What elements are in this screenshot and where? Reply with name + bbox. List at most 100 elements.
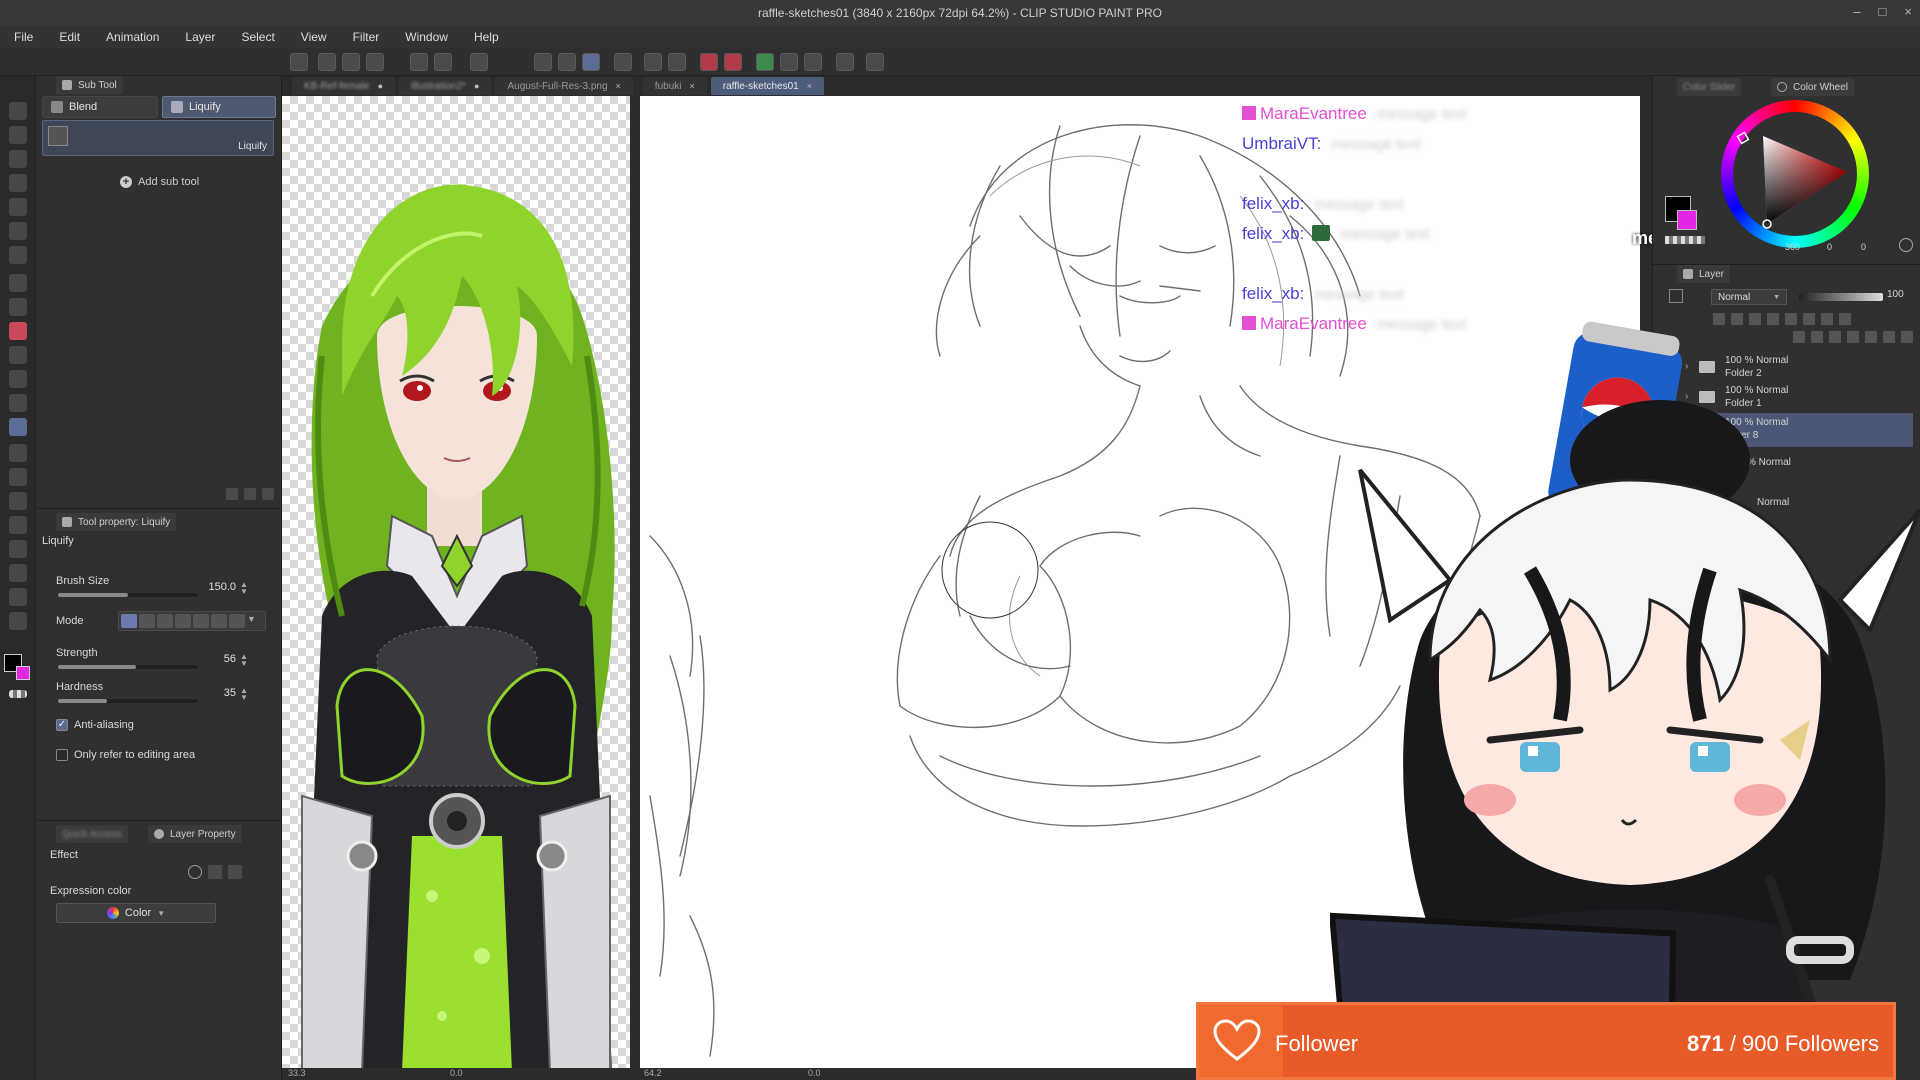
strength-spinner[interactable]: ▲ ▼ bbox=[240, 653, 248, 668]
droplet-icon[interactable] bbox=[836, 53, 854, 71]
tone-effect-icon[interactable] bbox=[208, 865, 222, 879]
hardness-value[interactable]: 35 bbox=[196, 687, 236, 699]
eyedropper-tool-icon[interactable] bbox=[9, 246, 27, 264]
mode-pinch-icon[interactable] bbox=[157, 614, 173, 628]
quick-access-tab[interactable]: Quick Access bbox=[56, 825, 129, 843]
ruler-tool-icon[interactable] bbox=[9, 540, 27, 558]
mode-push-right-icon[interactable] bbox=[193, 614, 209, 628]
snap-icon[interactable] bbox=[582, 53, 600, 71]
clear-icon[interactable] bbox=[534, 53, 552, 71]
brush-tool-icon[interactable] bbox=[9, 322, 27, 340]
menu-animation[interactable]: Animation bbox=[106, 30, 159, 44]
ruler-icon[interactable] bbox=[614, 53, 632, 71]
color-slider-tab[interactable]: Color Slider bbox=[1677, 78, 1742, 96]
menu-view[interactable]: View bbox=[301, 30, 327, 44]
hue-ring[interactable] bbox=[1721, 100, 1869, 248]
close-icon[interactable]: ● bbox=[378, 81, 383, 91]
opacity-slider[interactable] bbox=[1799, 293, 1883, 301]
airbrush-tool-icon[interactable] bbox=[9, 346, 27, 364]
layer-row[interactable]: % Normal bbox=[1683, 575, 1913, 609]
add-sub-tool-button[interactable]: + Add sub tool bbox=[120, 176, 199, 188]
new-raster-layer-icon[interactable] bbox=[1793, 331, 1805, 343]
palette-icon[interactable] bbox=[1839, 313, 1851, 325]
magic-wand-tool-icon[interactable] bbox=[9, 222, 27, 240]
chevron-down-icon[interactable]: ▼ bbox=[247, 614, 261, 628]
copy-sub-tool-icon[interactable] bbox=[226, 488, 238, 500]
tool-property-tab[interactable]: Tool property: Liquify bbox=[56, 513, 177, 531]
new-sub-tool-icon[interactable] bbox=[244, 488, 256, 500]
tab-august-full-res[interactable]: August-Full-Res-3.png × bbox=[495, 77, 633, 95]
sub-color-swatch[interactable] bbox=[16, 666, 30, 680]
hardness-spinner[interactable]: ▲ ▼ bbox=[240, 687, 248, 702]
frame-tool-icon[interactable] bbox=[9, 516, 27, 534]
trash-icon[interactable] bbox=[262, 488, 274, 500]
layer-tab[interactable]: Layer bbox=[1677, 265, 1731, 283]
layer-row[interactable]: Normal bbox=[1683, 493, 1913, 527]
drawing-canvas[interactable] bbox=[640, 96, 1640, 1068]
draft-layer-icon[interactable] bbox=[1749, 313, 1761, 325]
close-icon[interactable]: × bbox=[689, 81, 694, 91]
move-tool-icon[interactable] bbox=[9, 174, 27, 192]
undo-icon[interactable] bbox=[410, 53, 428, 71]
mode-twist-left-icon[interactable] bbox=[211, 614, 227, 628]
lasso-tool-icon[interactable] bbox=[9, 198, 27, 216]
close-icon[interactable]: ● bbox=[474, 81, 479, 91]
line-tool-icon[interactable] bbox=[9, 612, 27, 630]
blend-tool-icon[interactable] bbox=[9, 418, 27, 436]
layer-icon[interactable] bbox=[756, 53, 774, 71]
layer-color-icon[interactable] bbox=[228, 865, 242, 879]
blend-mode-select[interactable]: Normal ▼ bbox=[1711, 289, 1787, 305]
strength-value[interactable]: 56 bbox=[196, 653, 236, 665]
pencil-tool-icon[interactable] bbox=[9, 298, 27, 316]
brush-icon[interactable] bbox=[700, 53, 718, 71]
mask-add-icon[interactable] bbox=[1883, 331, 1895, 343]
menu-layer[interactable]: Layer bbox=[185, 30, 215, 44]
gradient-tool-icon[interactable] bbox=[9, 468, 27, 486]
transfer-icon[interactable] bbox=[1847, 331, 1859, 343]
strength-slider[interactable] bbox=[58, 665, 198, 669]
mask-icon[interactable] bbox=[1803, 313, 1815, 325]
tab-kb-ref-female[interactable]: KB-Ref-female ● bbox=[292, 77, 396, 95]
brush-size-slider[interactable] bbox=[58, 593, 198, 597]
zoom-tool-icon[interactable] bbox=[9, 102, 27, 120]
balloon-tool-icon[interactable] bbox=[9, 588, 27, 606]
trash-icon[interactable] bbox=[1901, 331, 1913, 343]
mode-push-left-icon[interactable] bbox=[175, 614, 191, 628]
sub-tool-group-liquify[interactable]: Liquify bbox=[162, 96, 276, 118]
canvas-zoom-value[interactable]: 64.2 bbox=[644, 1068, 662, 1078]
sub-tool-group-blend[interactable]: Blend bbox=[42, 96, 158, 118]
brush-size-value[interactable]: 150.0 bbox=[196, 581, 236, 593]
sub-tool-tab[interactable]: Sub Tool bbox=[56, 76, 123, 94]
maximize-button[interactable]: □ bbox=[1879, 4, 1887, 19]
menu-help[interactable]: Help bbox=[474, 30, 499, 44]
saturation-triangle[interactable] bbox=[1721, 100, 1869, 248]
pen-tool-icon[interactable] bbox=[9, 274, 27, 292]
figure-tool-icon[interactable] bbox=[9, 492, 27, 510]
chevron-right-icon[interactable]: › bbox=[1685, 361, 1688, 372]
settings-icon[interactable] bbox=[804, 53, 822, 71]
close-icon[interactable]: × bbox=[807, 81, 812, 91]
eraser-tool-icon[interactable] bbox=[9, 394, 27, 412]
close-button[interactable]: × bbox=[1904, 4, 1912, 19]
tab-raffle-sketches01[interactable]: raffle-sketches01 × bbox=[710, 77, 824, 95]
open-file-icon[interactable] bbox=[342, 53, 360, 71]
new-folder-icon[interactable] bbox=[1829, 331, 1841, 343]
transparent-swatch-icon[interactable] bbox=[1665, 236, 1705, 244]
brush-size-spinner[interactable]: ▲ ▼ bbox=[240, 581, 248, 596]
lock-icon[interactable] bbox=[1767, 313, 1779, 325]
layer-row[interactable]: › 100 % Normal Folder 1 bbox=[1683, 381, 1913, 415]
ruler-link-icon[interactable] bbox=[1821, 313, 1833, 325]
layer-select-tool-icon[interactable] bbox=[9, 150, 27, 168]
chevron-right-icon[interactable]: › bbox=[1685, 391, 1688, 402]
border-effect-icon[interactable] bbox=[188, 865, 202, 879]
menu-select[interactable]: Select bbox=[241, 30, 274, 44]
layer-row[interactable]: rmal bbox=[1683, 615, 1913, 649]
new-vector-layer-icon[interactable] bbox=[1811, 331, 1823, 343]
sub-tool-item-liquify[interactable]: Liquify bbox=[42, 120, 274, 156]
layer-row[interactable]: % Normal bbox=[1683, 453, 1913, 487]
expression-color-select[interactable]: Color ▼ bbox=[56, 903, 216, 923]
redo-icon[interactable] bbox=[434, 53, 452, 71]
reference-image-panel[interactable] bbox=[282, 96, 630, 1072]
layer-row[interactable]: mal bbox=[1683, 535, 1913, 569]
mode-expand-icon[interactable] bbox=[139, 614, 155, 628]
